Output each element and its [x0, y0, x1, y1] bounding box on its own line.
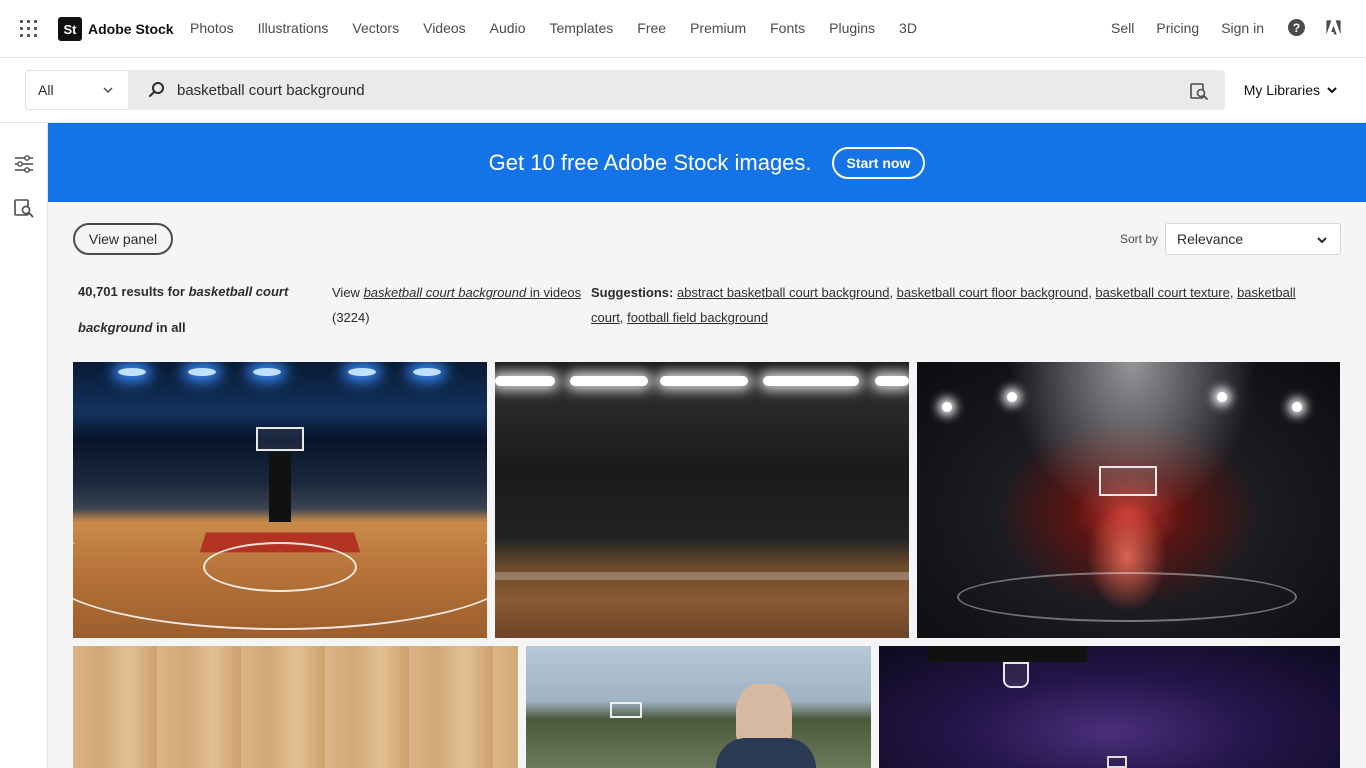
nav-link-templates[interactable]: Templates [549, 20, 613, 36]
result-image[interactable] [917, 362, 1340, 638]
search-box [128, 70, 1225, 110]
nav-link-illustrations[interactable]: Illustrations [258, 20, 329, 36]
start-now-button[interactable]: Start now [831, 146, 926, 179]
results-count: 40,701 results for basketball court back… [78, 274, 298, 346]
result-image[interactable] [879, 646, 1340, 768]
nav-link-free[interactable]: Free [637, 20, 666, 36]
sell-link[interactable]: Sell [1111, 20, 1134, 36]
sort-dropdown[interactable]: Relevance [1165, 223, 1341, 255]
nav-link-photos[interactable]: Photos [190, 20, 234, 36]
adobe-logo-icon[interactable] [1325, 19, 1342, 36]
result-image[interactable] [495, 362, 909, 638]
result-image[interactable] [73, 362, 487, 638]
nav-link-3d[interactable]: 3D [899, 20, 917, 36]
result-image[interactable] [73, 646, 518, 768]
apps-grid-icon[interactable] [20, 20, 37, 37]
view-in-videos-query: basketball court background [363, 285, 527, 300]
banner-text: Get 10 free Adobe Stock images. [488, 149, 812, 175]
view-in-videos-suffix: in videos [529, 285, 582, 300]
video-count: (3224) [332, 310, 370, 325]
nav-link-vectors[interactable]: Vectors [352, 20, 399, 36]
results-in-all: in all [156, 320, 186, 335]
search-input[interactable] [177, 78, 1157, 102]
nav-link-premium[interactable]: Premium [690, 20, 746, 36]
suggestion-link[interactable]: basketball court texture [1095, 285, 1229, 300]
visual-search-icon[interactable] [13, 197, 35, 219]
sort-label: Sort by [1120, 232, 1159, 246]
nav-right: Sell Pricing Sign in ? [1089, 19, 1342, 36]
view-in-videos-link[interactable]: basketball court background in videos [364, 285, 582, 300]
search-row: All My Libraries [0, 58, 1366, 123]
help-icon[interactable]: ? [1288, 19, 1305, 36]
suggestion-link[interactable]: football field background [627, 310, 768, 325]
suggestions-label: Suggestions: [591, 285, 674, 300]
sign-in-link[interactable]: Sign in [1221, 20, 1264, 36]
search-category-value: All [38, 82, 54, 98]
pricing-link[interactable]: Pricing [1156, 20, 1199, 36]
results-count-number: 40,701 [78, 284, 118, 299]
view-in-videos: View basketball court background in vide… [332, 280, 582, 330]
nav-link-plugins[interactable]: Plugins [829, 20, 875, 36]
top-nav: St Adobe Stock Photos Illustrations Vect… [0, 0, 1366, 58]
brand-badge: St [58, 17, 82, 41]
result-image[interactable] [526, 646, 871, 768]
nav-link-fonts[interactable]: Fonts [770, 20, 805, 36]
suggestion-link[interactable]: basketball court floor background [897, 285, 1089, 300]
chevron-down-icon [103, 87, 113, 94]
view-prefix: View [332, 285, 360, 300]
nav-link-audio[interactable]: Audio [490, 20, 526, 36]
visual-search-icon[interactable] [1189, 81, 1209, 101]
main-nav: Photos Illustrations Vectors Videos Audi… [190, 20, 941, 36]
my-libraries-button[interactable]: My Libraries [1244, 82, 1338, 98]
left-rail [0, 123, 48, 768]
suggestion-link[interactable]: abstract basketball court background [677, 285, 889, 300]
results-for-text: results for [121, 284, 185, 299]
chevron-down-icon [1317, 237, 1327, 244]
suggestions: Suggestions: abstract basketball court b… [591, 285, 1296, 325]
filters-icon[interactable] [13, 153, 35, 175]
search-category-dropdown[interactable]: All [25, 70, 129, 110]
brand-name: Adobe Stock [88, 21, 174, 37]
search-icon[interactable] [148, 81, 166, 99]
view-panel-button[interactable]: View panel [73, 223, 173, 255]
promo-banner: Get 10 free Adobe Stock images. Start no… [48, 123, 1366, 202]
chevron-down-icon [1327, 87, 1337, 94]
nav-link-videos[interactable]: Videos [423, 20, 466, 36]
brand-logo[interactable]: St Adobe Stock [58, 17, 174, 41]
my-libraries-label: My Libraries [1243, 82, 1320, 98]
sort-value: Relevance [1177, 231, 1244, 247]
